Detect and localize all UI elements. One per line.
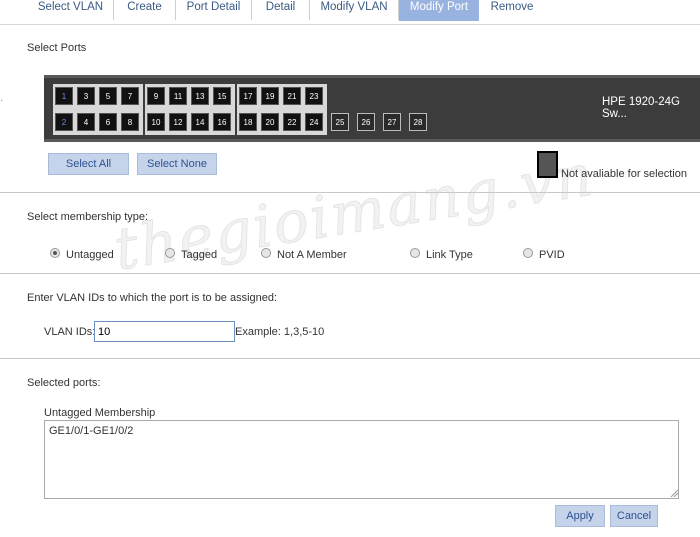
unavailable-legend-swatch [537, 151, 558, 178]
port-22[interactable]: 22 [283, 113, 301, 131]
port-18[interactable]: 18 [239, 113, 257, 131]
select-all-button[interactable]: Select All [48, 153, 129, 175]
port-4[interactable]: 4 [77, 113, 95, 131]
port-9[interactable]: 9 [147, 87, 165, 105]
port-13[interactable]: 13 [191, 87, 209, 105]
vlan-ids-section-label: Enter VLAN IDs to which the port is to b… [27, 292, 278, 304]
port-3[interactable]: 3 [77, 87, 95, 105]
radio-tagged[interactable] [165, 248, 175, 258]
port-11[interactable]: 11 [169, 87, 187, 105]
tab-modify-port[interactable]: Modify Port [399, 0, 479, 21]
port-5[interactable]: 5 [99, 87, 117, 105]
port-15[interactable]: 15 [213, 87, 231, 105]
port-23[interactable]: 23 [305, 87, 323, 105]
select-none-button[interactable]: Select None [137, 153, 217, 175]
unavailable-legend-label: Not avaliable for selection [561, 168, 687, 180]
radio-not-a-member[interactable] [261, 248, 271, 258]
port-16[interactable]: 16 [213, 113, 231, 131]
port-27[interactable]: 27 [383, 113, 401, 131]
edge-marker-icon: · [0, 95, 4, 106]
port-14[interactable]: 14 [191, 113, 209, 131]
radio-untagged[interactable] [50, 248, 60, 258]
selected-ports-label: Selected ports: [27, 377, 101, 389]
port-28[interactable]: 28 [409, 113, 427, 131]
radio-link-type-label: Link Type [426, 249, 473, 261]
divider [0, 273, 700, 274]
vlan-ids-input[interactable] [94, 321, 235, 342]
port-24[interactable]: 24 [305, 113, 323, 131]
radio-link-type[interactable] [410, 248, 420, 258]
port-7[interactable]: 7 [121, 87, 139, 105]
radio-pvid[interactable] [523, 248, 533, 258]
radio-pvid-label: PVID [539, 249, 565, 261]
divider [0, 192, 700, 193]
port-8[interactable]: 8 [121, 113, 139, 131]
resize-grip-icon[interactable] [670, 489, 678, 497]
vlan-ids-example: Example: 1,3,5-10 [235, 326, 325, 338]
cancel-button[interactable]: Cancel [610, 505, 658, 527]
tab-port-detail[interactable]: Port Detail [176, 0, 252, 20]
untagged-membership-label: Untagged Membership [44, 407, 156, 419]
radio-tagged-label: Tagged [181, 249, 218, 261]
selected-ports-textarea[interactable]: GE1/0/1-GE1/0/2 [44, 420, 679, 499]
tab-modify-vlan[interactable]: Modify VLAN [310, 0, 399, 20]
tab-select-vlan[interactable]: Select VLAN [28, 0, 114, 20]
tab-bar: Select VLAN Create Port Detail Detail Mo… [0, 0, 700, 25]
vlan-ids-field-label: VLAN IDs: [44, 326, 96, 338]
radio-untagged-label: Untagged [66, 249, 114, 261]
port-19[interactable]: 19 [261, 87, 279, 105]
membership-type-label: Select membership type: [27, 211, 149, 223]
port-1[interactable]: 1 [55, 87, 73, 105]
switch-model-label: HPE 1920-24G Sw... [602, 96, 680, 120]
port-10[interactable]: 10 [147, 113, 165, 131]
port-6[interactable]: 6 [99, 113, 117, 131]
tab-remove[interactable]: Remove [479, 0, 545, 20]
tab-create[interactable]: Create [114, 0, 176, 20]
port-26[interactable]: 26 [357, 113, 375, 131]
port-2[interactable]: 2 [55, 113, 73, 131]
tab-detail[interactable]: Detail [252, 0, 310, 20]
port-12[interactable]: 12 [169, 113, 187, 131]
select-ports-label: Select Ports [27, 42, 87, 54]
port-20[interactable]: 20 [261, 113, 279, 131]
port-17[interactable]: 17 [239, 87, 257, 105]
radio-not-a-member-label: Not A Member [277, 249, 347, 261]
apply-button[interactable]: Apply [555, 505, 605, 527]
port-21[interactable]: 21 [283, 87, 301, 105]
divider [0, 358, 700, 359]
port-25[interactable]: 25 [331, 113, 349, 131]
